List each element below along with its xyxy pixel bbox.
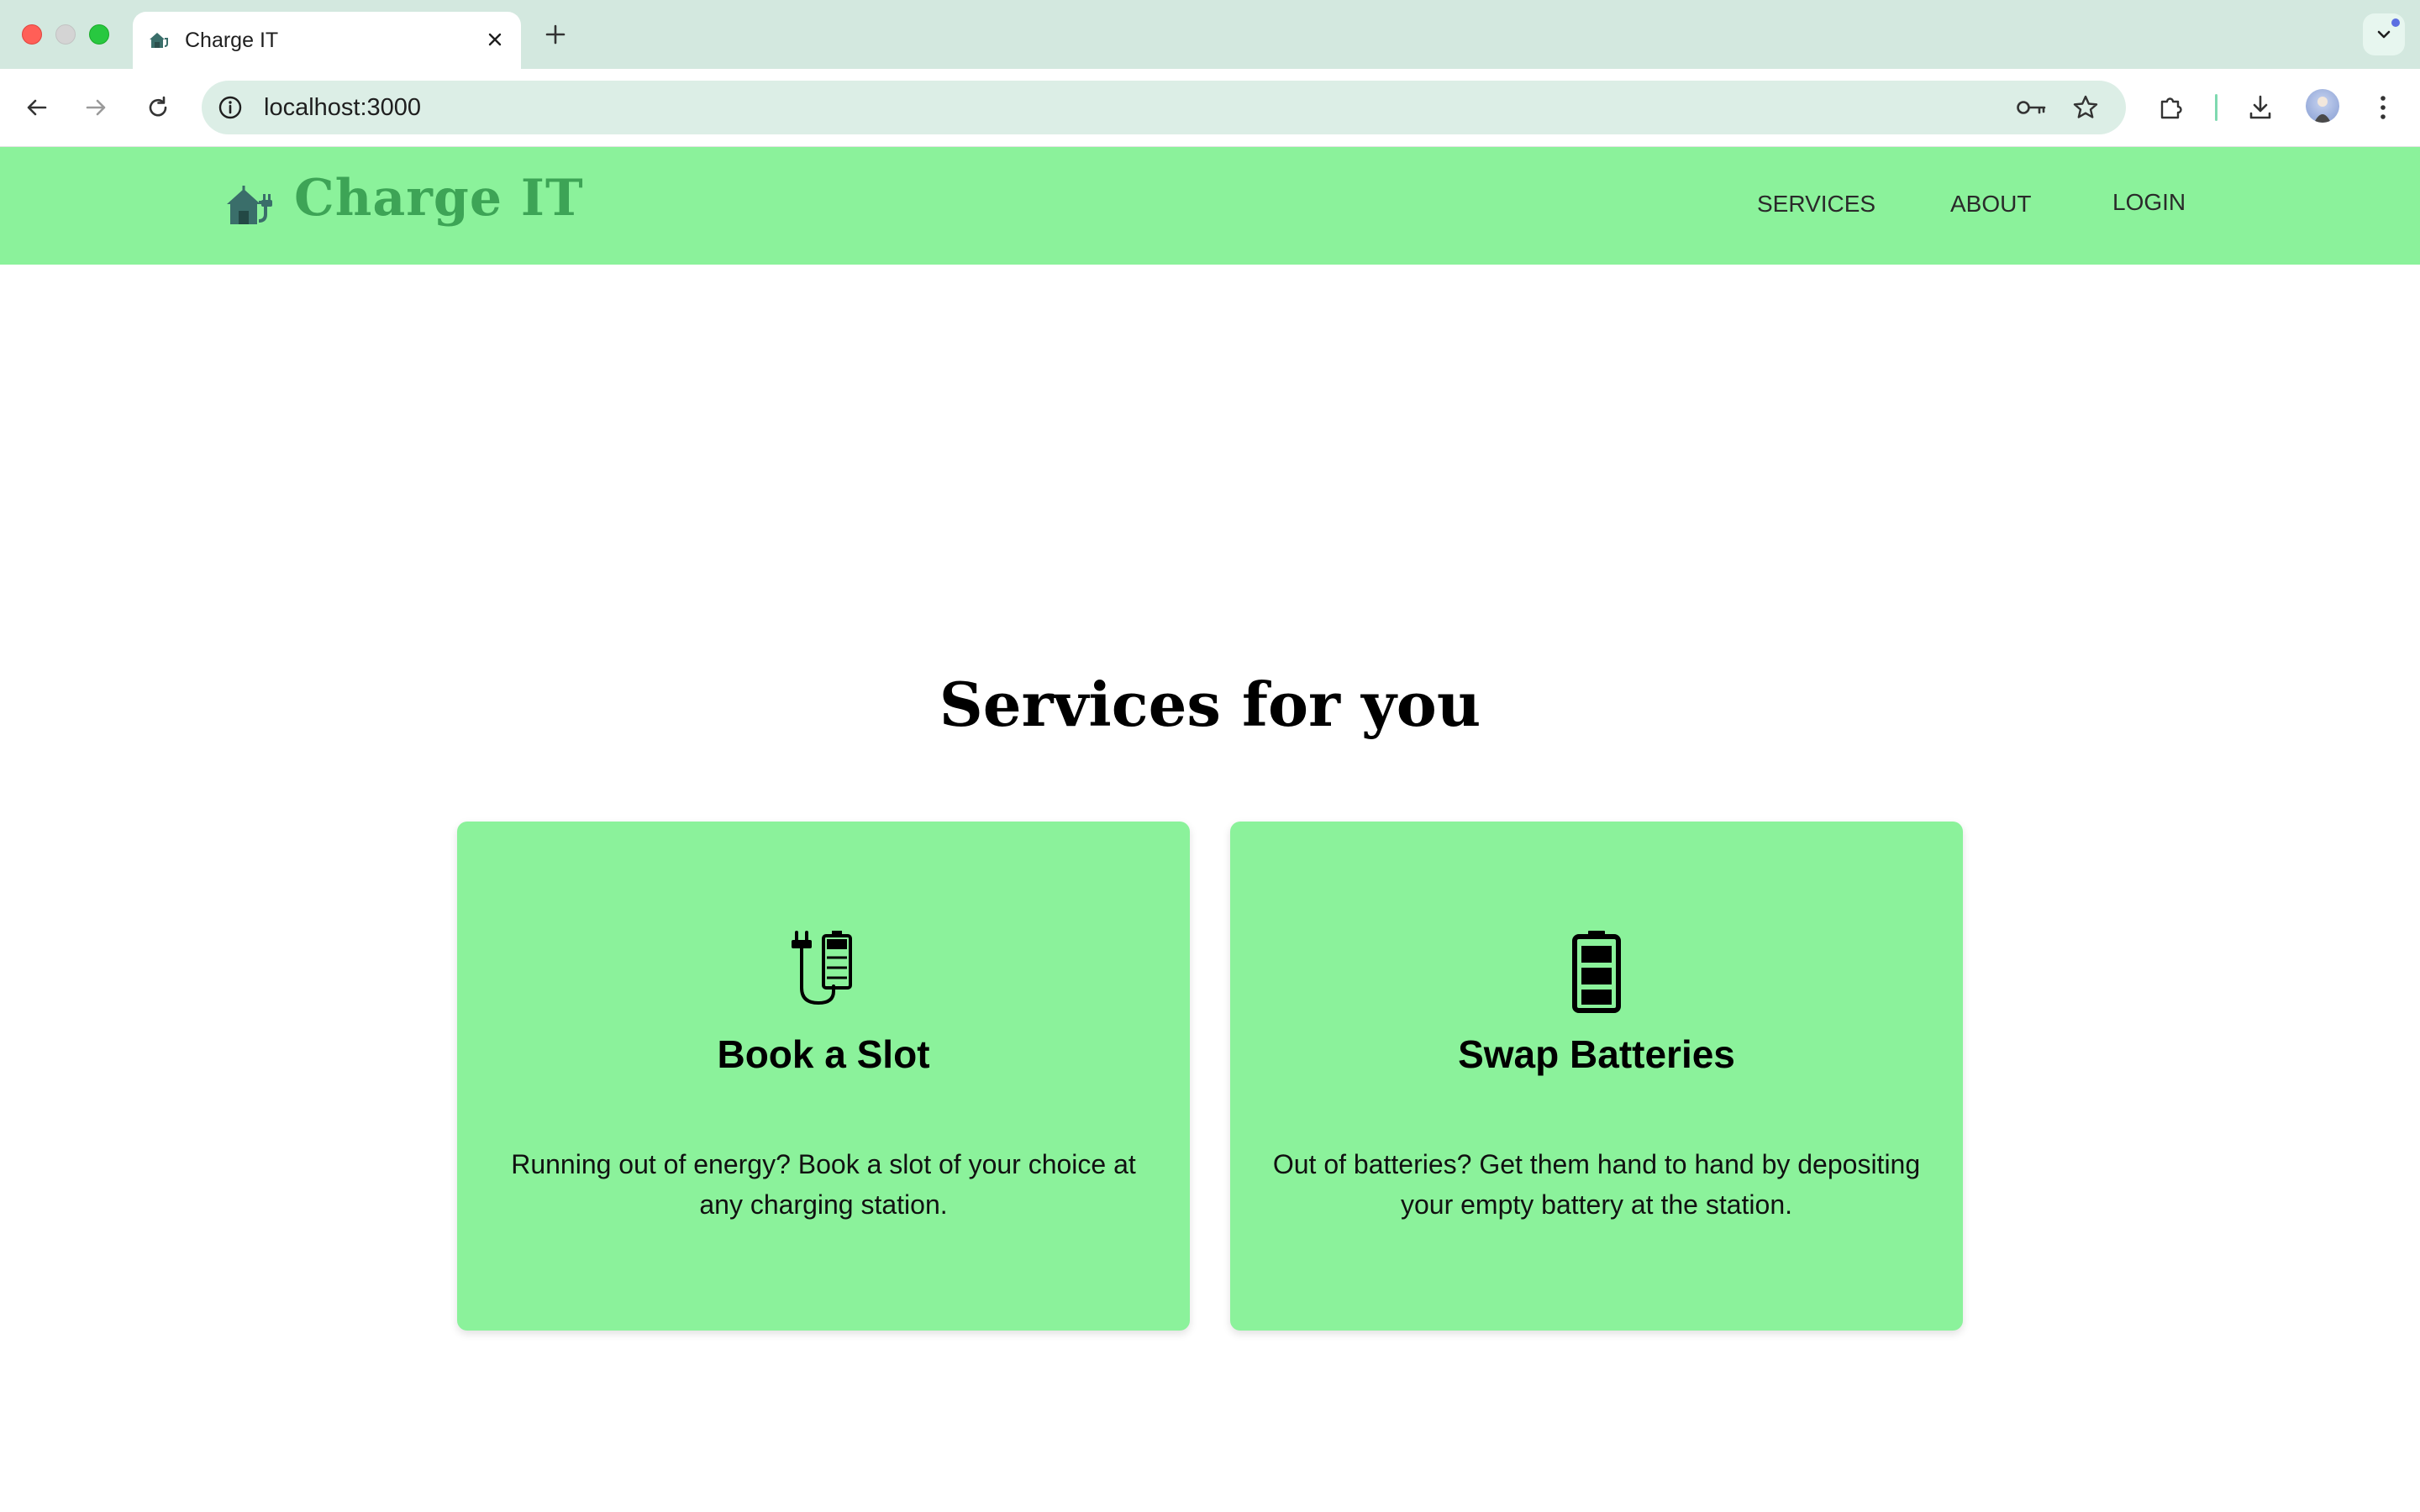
kebab-menu-icon <box>2381 96 2386 119</box>
extensions-button[interactable] <box>2153 89 2190 126</box>
puzzle-icon <box>2160 97 2182 119</box>
download-icon <box>2249 95 2271 119</box>
card-description: Running out of energy? Book a slot of yo… <box>511 1149 1136 1220</box>
battery-icon <box>1572 931 1621 1013</box>
site-info-button[interactable] <box>215 92 245 123</box>
plus-icon <box>545 24 566 45</box>
arrow-right-icon <box>86 99 106 116</box>
browser-menu-button[interactable] <box>2365 89 2402 126</box>
card-description: Out of batteries? Get them hand to hand … <box>1272 1149 1921 1220</box>
browser-tab[interactable]: Charge IT <box>133 12 521 69</box>
card-title: Book a Slot <box>717 1032 930 1076</box>
brand-logo[interactable]: Charge IT <box>294 169 584 228</box>
downloads-button[interactable] <box>2242 89 2279 126</box>
browser-tab-strip: Charge IT <box>0 0 2420 69</box>
card-title: Swap Batteries <box>1458 1032 1735 1076</box>
reload-button[interactable] <box>139 89 176 126</box>
key-icon <box>2017 101 2046 114</box>
service-card-swap-batteries[interactable]: Swap Batteries Out of batteries? Get the… <box>1230 822 1963 1331</box>
plug-battery-icon <box>792 931 852 1005</box>
reload-icon <box>149 96 167 117</box>
url-text[interactable]: localhost:3000 <box>264 94 421 122</box>
site-header: Charge IT SERVICES ABOUT LOGIN <box>0 147 2420 265</box>
maximize-window-button[interactable] <box>89 24 109 45</box>
avatar-icon <box>2314 97 2331 123</box>
forward-button[interactable] <box>77 89 114 126</box>
info-icon <box>218 96 242 119</box>
bookmark-button[interactable] <box>2070 92 2101 123</box>
toolbar-divider <box>2215 94 2217 121</box>
new-tab-button[interactable] <box>539 18 571 50</box>
close-icon <box>488 33 502 46</box>
address-bar[interactable]: localhost:3000 <box>202 81 2126 134</box>
back-button[interactable] <box>18 89 55 126</box>
star-icon <box>2073 95 2098 118</box>
minimize-window-button[interactable] <box>55 24 76 45</box>
notification-dot <box>2391 18 2400 27</box>
password-manager-button[interactable] <box>2015 92 2049 123</box>
tab-close-button[interactable] <box>481 25 509 54</box>
services-title: Services for you <box>939 669 1481 740</box>
card-icon-container <box>781 929 865 1013</box>
tab-search-button[interactable] <box>2363 13 2405 55</box>
charging-house-logo-icon[interactable] <box>225 184 276 228</box>
charging-house-favicon <box>150 33 168 48</box>
nav-about-link[interactable]: ABOUT <box>1950 191 2031 218</box>
tab-title: Charge IT <box>185 29 279 52</box>
nav-services-link[interactable]: SERVICES <box>1757 191 1876 218</box>
browser-toolbar: localhost:3000 <box>0 69 2420 147</box>
close-window-button[interactable] <box>22 24 42 45</box>
nav-login-link[interactable]: LOGIN <box>2112 189 2186 216</box>
service-card-book-slot[interactable]: Book a Slot Running out of energy? Book … <box>457 822 1190 1331</box>
arrow-left-icon <box>27 99 47 116</box>
profile-avatar[interactable] <box>2306 89 2339 123</box>
chevron-down-icon <box>2377 30 2391 39</box>
card-icon-container <box>1555 929 1639 1013</box>
